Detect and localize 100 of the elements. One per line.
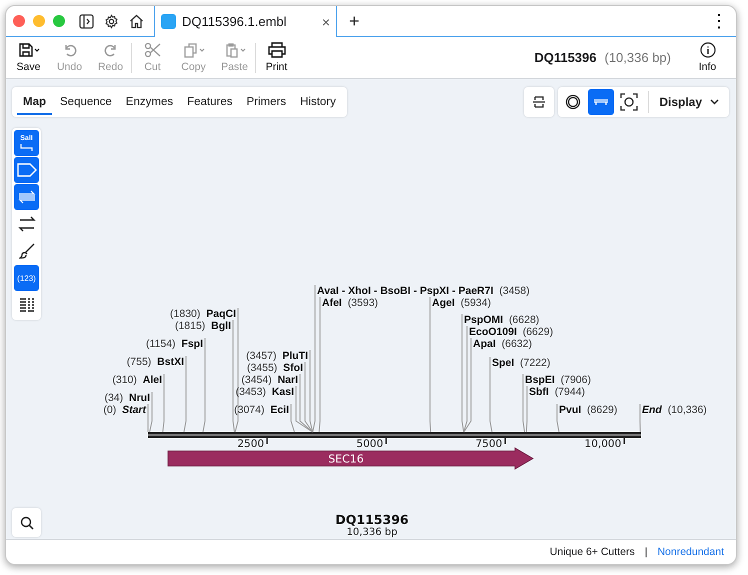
enzyme-name: PluTI	[282, 350, 308, 362]
sequence-length: (10,336 bp)	[604, 50, 671, 65]
map-title: DQ115396	[335, 512, 409, 527]
cut-position: (3593)	[348, 297, 378, 309]
enzyme-name: NarI	[278, 374, 298, 386]
chevron-down-icon	[710, 99, 719, 105]
enzyme-name: SfoI	[283, 362, 303, 374]
side-tool-button[interactable]: (123)	[14, 265, 39, 291]
enzyme-name: AvaI - XhoI - BsoBI - PspXI - PaeR7I	[317, 285, 494, 297]
info-icon	[700, 42, 716, 58]
feature-label: SEC16	[328, 452, 364, 466]
site-line	[556, 404, 560, 432]
view-tab[interactable]: Sequence	[54, 90, 118, 114]
tick-label: 10,000	[584, 438, 622, 450]
enzyme-name: AgeI	[432, 297, 455, 309]
tick-label: 2500	[237, 438, 264, 450]
cut-position: (3454)	[241, 374, 272, 386]
cut-position: (3453)	[236, 386, 266, 398]
nonredundant-link[interactable]: Nonredundant	[657, 546, 724, 558]
save-icon	[18, 42, 40, 58]
view-tab[interactable]: Map	[17, 90, 52, 114]
status-text: Unique 6+ Cutters	[550, 546, 635, 558]
paintbrush-icon	[18, 243, 34, 259]
enzyme-name: AleI	[142, 374, 162, 386]
cut-position: (6629)	[522, 326, 554, 338]
tick-mark	[385, 438, 387, 444]
view-tab[interactable]: Primers	[240, 90, 292, 114]
cut-site-icon	[20, 144, 34, 151]
map-length: 10,336 bp	[346, 527, 398, 538]
close-window-button[interactable]	[13, 15, 25, 27]
circle-icon	[565, 94, 582, 110]
view-tab[interactable]: Features	[181, 90, 238, 114]
home-icon[interactable]	[129, 14, 144, 28]
enzyme-name: BspEI	[525, 374, 555, 386]
app-icon	[161, 14, 176, 29]
info-button[interactable]: Info	[687, 42, 728, 73]
printer-icon	[268, 42, 286, 58]
settings-icon[interactable]	[104, 14, 119, 28]
enzyme-name: BglI	[211, 320, 231, 332]
cut-position: (3074)	[234, 404, 264, 416]
scissors-icon	[144, 42, 162, 58]
view-tab[interactable]: History	[294, 90, 342, 114]
cut-position: (0)	[103, 404, 116, 416]
enzyme-name: SbfI	[529, 386, 549, 398]
tick-mark	[504, 438, 506, 444]
cut-position: (5934)	[460, 297, 491, 309]
close-tab-button[interactable]: ×	[322, 14, 330, 30]
search-button[interactable]	[12, 508, 41, 537]
cut-position: (6632)	[502, 338, 532, 350]
display-dropdown[interactable]: Display	[655, 95, 727, 109]
cut-position: (3455)	[246, 362, 278, 374]
view-tab[interactable]: Enzymes	[120, 90, 180, 114]
cut-position: (310)	[112, 374, 137, 386]
cut-position: (6628)	[508, 314, 540, 326]
cut-position: (10,336)	[668, 404, 707, 416]
swap-arrows-icon	[18, 216, 36, 232]
tick-label: 5000	[356, 438, 384, 450]
enzyme-name: SpeI	[492, 357, 514, 369]
translation-arrows-icon	[16, 189, 36, 205]
cut-position: (7906)	[560, 374, 591, 386]
terminus-label: Start	[122, 404, 146, 416]
cut-position: (7222)	[520, 357, 550, 369]
fit-view-icon	[620, 93, 638, 111]
feature-tag-icon	[16, 163, 36, 177]
cut-position: (7944)	[554, 386, 586, 398]
toolbar-button[interactable]: Save	[8, 42, 49, 73]
menu-button[interactable]: ⋮	[710, 10, 728, 32]
copy-icon	[182, 42, 204, 58]
cut-position: (1815)	[174, 320, 206, 332]
enzyme-name: AfeI	[322, 297, 342, 309]
sidebar-toggle-icon[interactable]	[79, 14, 94, 28]
cut-position: (3457)	[246, 350, 276, 362]
cut-position: (1154)	[146, 338, 176, 350]
cut-position: (8629)	[587, 404, 618, 416]
collapse-icon	[532, 96, 546, 108]
enzyme-name: BstXI	[157, 356, 184, 368]
enzyme-name: FspI	[181, 338, 203, 350]
enzyme-name: NruI	[129, 392, 150, 404]
site-line	[162, 374, 164, 432]
paste-icon	[224, 42, 246, 58]
new-tab-button[interactable]: +	[347, 10, 362, 32]
enzyme-name: PspOMI	[464, 314, 504, 326]
tick-mark	[266, 438, 268, 444]
cut-position: (3458)	[499, 285, 530, 297]
document-tab[interactable]: DQ115396.1.embl ×	[154, 6, 337, 37]
enzyme-name: PvuI	[559, 404, 582, 416]
status-separator: |	[644, 546, 648, 558]
tick-label: 7500	[476, 438, 502, 450]
terminus-label: End	[642, 404, 662, 416]
enzyme-name: EcoO109I	[469, 326, 517, 338]
enzyme-name: EciI	[270, 404, 289, 416]
sequence-name: DQ115396	[534, 50, 596, 65]
tick-mark	[624, 438, 626, 444]
toolbar-button[interactable]: Print	[256, 42, 297, 73]
cut-position: (1830)	[170, 308, 200, 320]
enzyme-name: ApaI	[473, 338, 496, 350]
search-icon	[20, 516, 34, 530]
redo-icon	[102, 42, 118, 58]
enzyme-name: KasI	[272, 386, 294, 398]
cut-position: (755)	[126, 356, 152, 368]
